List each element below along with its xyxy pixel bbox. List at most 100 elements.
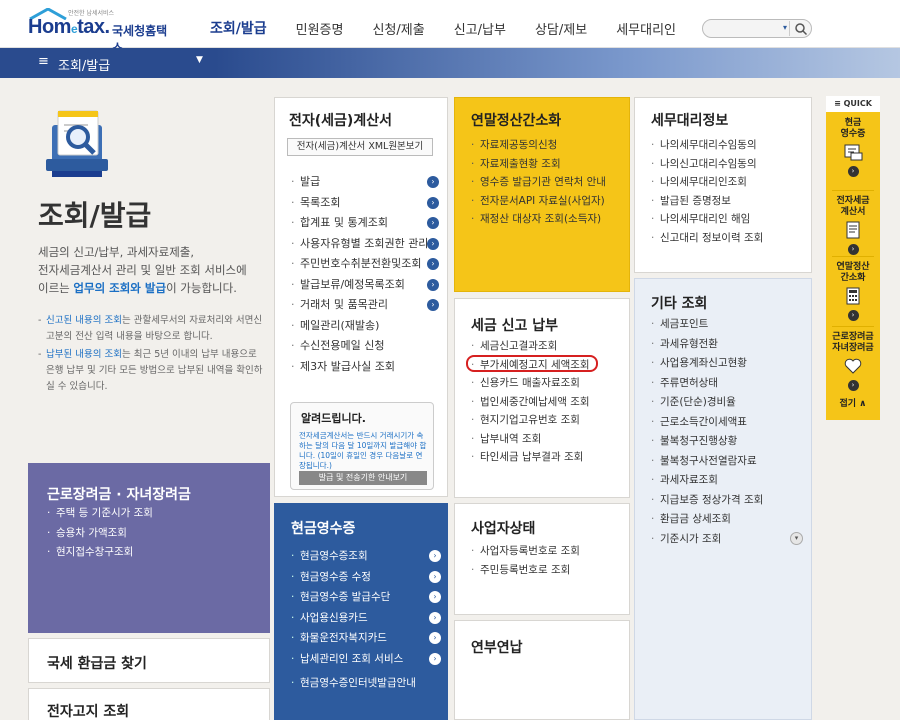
list-item[interactable]: 세금포인트 [649,315,809,335]
section-bar-gradient [215,48,900,78]
list-item[interactable]: 기준(단순)경비율 [649,393,809,413]
list-item[interactable]: 나의세무대리인조회 [649,173,809,192]
list-item[interactable]: 수신전용메일 신청 [289,336,439,357]
e-bill-title: 전자고지 조회 [47,704,130,720]
nav-tax-agent[interactable]: 세무대리인 [616,19,676,38]
list-item[interactable]: 메일관리(재발송) [289,316,439,337]
expand-more-icon[interactable]: ▾ [790,532,803,545]
year-end-list: 자료제공동의신청 자료제출현황 조회 영수증 발급기관 연락처 안내 전자문서A… [469,136,625,229]
list-item[interactable]: 합계표 및 통계조회› [289,213,439,234]
nav-lookup-issue[interactable]: 조회/발급 [210,18,267,38]
xml-view-button[interactable]: 전자(세금)계산서 XML원본보기 [287,138,433,156]
list-item[interactable]: 발급› [289,172,439,193]
highlight-circle [466,355,598,372]
list-item[interactable]: 제3자 발급사실 조회 [289,357,439,378]
list-item[interactable]: 신고대리 정보이력 조회 [649,229,809,248]
list-item[interactable]: 환급금 상세조회 [649,510,809,530]
hamburger-icon: ≡ [38,54,49,69]
list-item[interactable]: 과세자료조회 [649,471,809,491]
chevron-right-icon: › [429,632,441,644]
list-item[interactable]: 사용자유형별 조회권한 관리› [289,234,439,255]
list-item[interactable]: 주택 등 기준시가 조회 [45,504,265,524]
annual-payment-card[interactable]: 연부연납 [454,620,630,720]
dropdown-icon[interactable]: ▾ [783,23,787,32]
section-menu-button[interactable]: ≡ 조회/발급 ▼ [0,48,215,78]
nav-report-pay[interactable]: 신고/납부 [454,19,506,38]
refund-search-card[interactable]: 국세 환급금 찾기 [28,638,270,683]
list-item[interactable]: 신용카드 매출자료조회 [469,374,625,393]
list-item[interactable]: 자료제공동의신청 [469,136,625,155]
list-item[interactable]: 기준시가 조회 [649,530,809,550]
list-item[interactable]: 재정산 대상자 조회(소득자) [469,210,625,229]
list-item[interactable]: 주민번호수취분전환및조회› [289,254,439,275]
list-item[interactable]: 세금신고결과조회 [469,337,625,356]
list-item[interactable]: 타인세금 납부결과 조회 [469,448,625,467]
list-item[interactable]: 납세관리인 조회 서비스› [289,649,441,670]
logo-text: Hometax. [28,16,110,38]
list-item[interactable]: 현금영수증조회› [289,546,441,567]
e-bill-card[interactable]: 전자고지 조회 [28,688,270,720]
business-status-card: 사업자상태 사업자등록번호로 조회 주민등록번호로 조회 [454,503,630,615]
list-item[interactable]: 영수증 발급기관 연락처 안내 [469,173,625,192]
list-item[interactable]: 지급보증 정상가격 조회 [649,491,809,511]
search-input[interactable]: ▾ [702,19,812,38]
chevron-right-icon: › [429,652,441,665]
list-item[interactable]: 자료제출현황 조회 [469,155,625,174]
list-item[interactable]: 현금영수증 수정› [289,567,441,588]
list-item[interactable]: 과세유형전환 [649,335,809,355]
list-item[interactable]: 나의신고대리수임동의 [649,155,809,174]
list-item[interactable]: 발급보류/예정목록조회› [289,275,439,296]
chevron-right-icon: › [847,310,859,321]
list-item[interactable]: 발급된 증명정보 [649,192,809,211]
list-item[interactable]: 법인세중간예납세액 조회 [469,393,625,412]
list-item[interactable]: 현지접수창구조회 [45,543,265,563]
list-item[interactable]: 불복청구진행상황 [649,432,809,452]
work-incentive-title: 근로장려금 · 자녀장려금 [47,487,191,503]
chevron-right-icon: › [429,611,441,624]
nav-certificates[interactable]: 민원증명 [296,19,344,38]
calculator-icon [846,287,860,305]
list-item[interactable]: 주류면허상태 [649,374,809,394]
quick-header: ≡ QUICK [826,96,880,112]
list-item[interactable]: 사업자등록번호로 조회 [469,542,625,561]
chevron-right-icon: › [427,217,439,229]
notice-title: 알려드립니다. [301,412,366,425]
list-item[interactable]: 전자문서API 자료실(사업자) [469,192,625,211]
cash-receipt-title: 현금영수증 [291,521,356,537]
list-item[interactable]: 승용차 가액조회 [45,524,265,544]
list-item[interactable]: 목록조회› [289,193,439,214]
chevron-right-icon: › [427,237,439,250]
quick-work-incentive[interactable]: 근로장려금 자녀장려금 › [826,332,880,391]
year-end-title: 연말정산간소화 [471,113,562,129]
list-item[interactable]: 사업용신용카드› [289,608,441,629]
quick-e-tax-invoice[interactable]: 전자세금 계산서 › [826,196,880,255]
list-item[interactable]: 화물운전자복지카드› [289,628,441,649]
list-item[interactable]: 현금영수증인터넷발급안내 [289,673,441,694]
list-item[interactable]: 불복청구사전열람자료 [649,452,809,472]
quick-collapse-button[interactable]: 접기 ∧ [826,396,880,409]
list-item[interactable]: 거래처 및 품목관리› [289,295,439,316]
list-item[interactable]: 주민등록번호로 조회 [469,561,625,580]
list-item[interactable]: 근로소득간이세액표 [649,413,809,433]
list-item[interactable]: 현지기업고유번호 조회 [469,411,625,430]
divider [832,190,874,191]
hometax-logo[interactable]: 안전한 납세서비스 Hometax. 국세청홈택스 [28,8,178,55]
list-item[interactable]: 납부내역 조회 [469,430,625,449]
work-incentive-card: 근로장려금 · 자녀장려금 주택 등 기준시가 조회 승용차 가액조회 현지접수… [28,463,270,633]
nav-apply-submit[interactable]: 신청/제출 [372,19,424,38]
business-status-title: 사업자상태 [471,521,536,537]
list-item[interactable]: 현금영수증 발급수단› [289,587,441,608]
refund-search-title: 국세 환급금 찾기 [47,656,147,672]
nav-consult-report[interactable]: 상담/제보 [535,19,587,38]
other-lookup-list: 세금포인트 과세유형전환 사업용계좌신고현황 주류면허상태 기준(단순)경비율 … [649,315,809,549]
deadline-guide-button[interactable]: 발급 및 전송기한 안내보기 [299,471,427,485]
search-button[interactable] [789,21,809,36]
quick-year-end[interactable]: 연말정산 간소화 › [826,262,880,321]
list-item[interactable]: 나의세무대리인 해임 [649,210,809,229]
chevron-right-icon: › [429,550,441,562]
quick-cash-receipt[interactable]: 현금 영수증 › [826,118,880,177]
list-item[interactable]: 사업용계좌신고현황 [649,354,809,374]
list-item[interactable]: 나의세무대리수임동의 [649,136,809,155]
notice-box: 알려드립니다. 전자세금계산서는 반드시 거래시기가 속하는 달의 다음 달 1… [290,402,434,490]
other-lookup-card: 기타 조회 세금포인트 과세유형전환 사업용계좌신고현황 주류면허상태 기준(단… [634,278,812,720]
